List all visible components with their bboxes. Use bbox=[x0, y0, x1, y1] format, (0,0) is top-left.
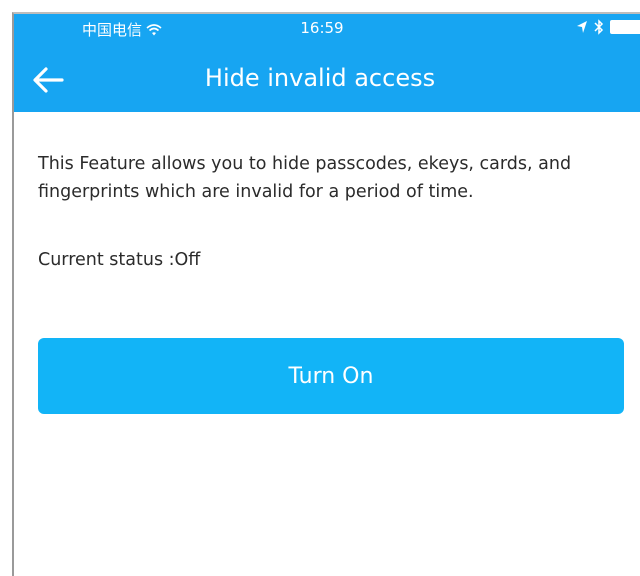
feature-description: This Feature allows you to hide passcode… bbox=[38, 154, 572, 202]
battery-icon bbox=[610, 20, 640, 34]
status-bar: 中国电信 16:59 bbox=[14, 14, 640, 44]
status-icons bbox=[576, 19, 640, 35]
page-title: Hide invalid access bbox=[204, 64, 436, 92]
navigation-bar: Hide invalid access bbox=[14, 44, 640, 112]
status-time: 16:59 bbox=[300, 19, 344, 37]
turn-on-button[interactable]: Turn On bbox=[38, 338, 624, 414]
location-arrow-icon bbox=[577, 21, 587, 33]
current-status-text: Current status :Off bbox=[38, 250, 201, 270]
app-screen: 中国电信 16:59 Hide invalid access This Feat… bbox=[12, 12, 640, 576]
bluetooth-icon bbox=[594, 19, 604, 35]
